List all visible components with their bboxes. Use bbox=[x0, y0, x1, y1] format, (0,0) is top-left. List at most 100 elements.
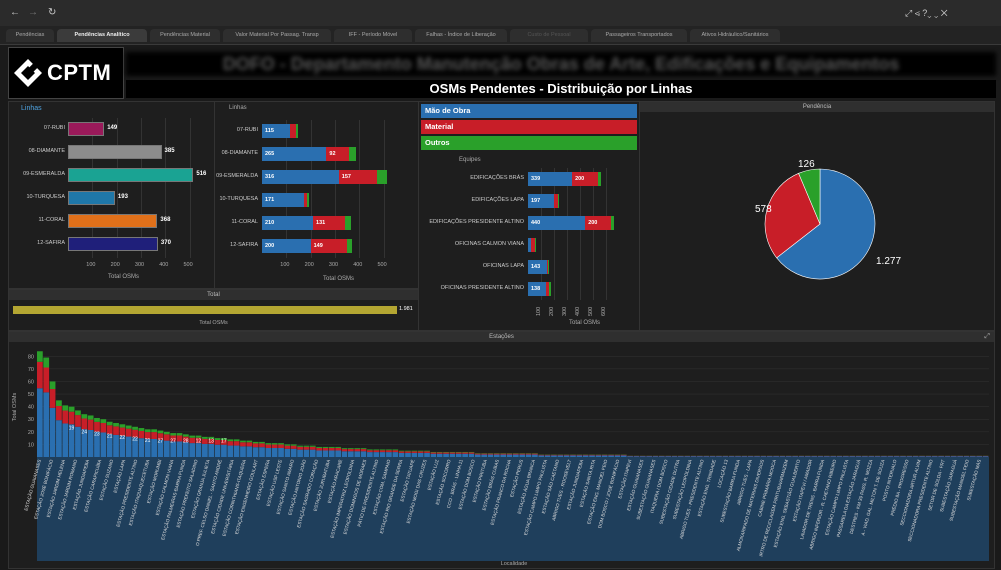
estacoes-bar-seg[interactable] bbox=[132, 426, 138, 430]
tab-7[interactable]: Passageiros Transportados bbox=[591, 29, 687, 42]
estacoes-bar-seg[interactable] bbox=[100, 419, 107, 424]
estacoes-bar-seg[interactable] bbox=[151, 438, 157, 457]
estacoes-bar-seg[interactable] bbox=[392, 452, 399, 457]
estacoes-bar-seg[interactable] bbox=[265, 447, 272, 457]
linhas-bar[interactable] bbox=[68, 145, 162, 159]
estacoes-bar-seg[interactable] bbox=[785, 456, 792, 457]
estacoes-bar-seg[interactable] bbox=[322, 450, 329, 457]
estacoes-bar-seg[interactable] bbox=[906, 456, 913, 457]
stacked-seg-out[interactable] bbox=[344, 216, 352, 230]
estacoes-bar-seg[interactable] bbox=[608, 455, 614, 457]
linhas-bar[interactable] bbox=[68, 122, 105, 136]
estacoes-bar-seg[interactable] bbox=[347, 448, 354, 450]
estacoes-bar-seg[interactable] bbox=[893, 456, 900, 457]
estacoes-bar-seg[interactable] bbox=[328, 447, 335, 451]
estacoes-bar-seg[interactable] bbox=[620, 455, 627, 457]
estacoes-bar-seg[interactable] bbox=[449, 451, 456, 453]
estacoes-bar-seg[interactable] bbox=[881, 456, 887, 457]
estacoes-bar-seg[interactable] bbox=[728, 456, 735, 457]
estacoes-bar-seg[interactable] bbox=[259, 441, 265, 444]
estacoes-bar-seg[interactable] bbox=[227, 439, 234, 442]
estacoes-bar-seg[interactable] bbox=[665, 456, 672, 457]
estacoes-bar-seg[interactable] bbox=[455, 452, 462, 454]
estacoes-bar-seg[interactable] bbox=[735, 456, 741, 457]
equipes-seg-out[interactable] bbox=[611, 216, 615, 230]
estacoes-bar-seg[interactable] bbox=[360, 449, 367, 452]
tab-2[interactable]: Pendências Material bbox=[150, 29, 220, 42]
estacoes-bar-seg[interactable] bbox=[576, 455, 583, 457]
estacoes-bar-seg[interactable] bbox=[544, 455, 551, 457]
estacoes-bar-seg[interactable] bbox=[335, 450, 342, 457]
estacoes-bar-seg[interactable] bbox=[443, 452, 449, 454]
estacoes-bar-seg[interactable] bbox=[322, 447, 329, 451]
estacoes-bar-seg[interactable] bbox=[246, 440, 253, 443]
estacoes-bar-seg[interactable] bbox=[202, 438, 208, 444]
estacoes-bar-seg[interactable] bbox=[849, 456, 856, 457]
estacoes-bar-seg[interactable] bbox=[303, 449, 310, 457]
estacoes-bar-seg[interactable] bbox=[449, 453, 456, 457]
estacoes-bar-seg[interactable] bbox=[570, 454, 576, 456]
estacoes-bar-seg[interactable] bbox=[887, 456, 894, 457]
estacoes-bar-seg[interactable] bbox=[271, 443, 278, 445]
estacoes-bar-seg[interactable] bbox=[944, 456, 951, 457]
estacoes-bar-seg[interactable] bbox=[449, 452, 456, 454]
estacoes-bar-seg[interactable] bbox=[221, 444, 227, 457]
estacoes-bar-seg[interactable] bbox=[811, 456, 818, 457]
estacoes-bar-seg[interactable] bbox=[316, 450, 322, 457]
estacoes-bar-seg[interactable] bbox=[170, 433, 177, 436]
estacoes-bar-seg[interactable] bbox=[195, 435, 202, 438]
estacoes-bar-seg[interactable] bbox=[227, 441, 234, 446]
estacoes-bar-seg[interactable] bbox=[544, 454, 551, 456]
estacoes-bar-seg[interactable] bbox=[912, 456, 919, 457]
estacoes-bar-seg[interactable] bbox=[252, 443, 259, 448]
estacoes-bar-seg[interactable] bbox=[379, 450, 386, 453]
estacoes-bar-seg[interactable] bbox=[639, 456, 646, 457]
estacoes-bar-seg[interactable] bbox=[182, 442, 189, 457]
estacoes-bar-seg[interactable] bbox=[157, 430, 164, 434]
estacoes-bar-seg[interactable] bbox=[233, 439, 240, 442]
estacoes-bar-seg[interactable] bbox=[386, 452, 392, 457]
tab-5[interactable]: Falhas - Índice de Liberação bbox=[415, 29, 507, 42]
estacoes-bar-seg[interactable] bbox=[354, 451, 361, 457]
estacoes-bar-seg[interactable] bbox=[493, 454, 500, 457]
estacoes-bar-seg[interactable] bbox=[246, 442, 253, 447]
estacoes-bar-seg[interactable] bbox=[671, 456, 678, 457]
estacoes-bar-seg[interactable] bbox=[411, 452, 418, 457]
estacoes-bar-seg[interactable] bbox=[81, 418, 88, 430]
estacoes-bar-seg[interactable] bbox=[538, 454, 545, 456]
estacoes-bar-seg[interactable] bbox=[195, 443, 202, 457]
estacoes-bar-seg[interactable] bbox=[620, 454, 627, 456]
estacoes-bar-seg[interactable] bbox=[297, 445, 303, 447]
estacoes-bar-seg[interactable] bbox=[430, 452, 437, 454]
estacoes-bar-seg[interactable] bbox=[75, 426, 81, 457]
estacoes-bar-seg[interactable] bbox=[519, 453, 526, 455]
estacoes-bar-seg[interactable] bbox=[862, 456, 868, 457]
estacoes-bar-seg[interactable] bbox=[969, 456, 976, 457]
estacoes-bar-seg[interactable] bbox=[373, 452, 380, 457]
estacoes-bar-seg[interactable] bbox=[43, 357, 50, 368]
legend-item[interactable]: Outros bbox=[421, 136, 637, 150]
estacoes-bar-seg[interactable] bbox=[595, 454, 602, 456]
estacoes-bar-seg[interactable] bbox=[525, 454, 532, 457]
estacoes-bar-seg[interactable] bbox=[804, 456, 811, 457]
estacoes-bar-seg[interactable] bbox=[576, 454, 583, 456]
equipes-seg-out[interactable] bbox=[557, 194, 559, 208]
estacoes-bar-seg[interactable] bbox=[373, 450, 380, 453]
estacoes-bar-seg[interactable] bbox=[747, 456, 754, 457]
estacoes-bar-seg[interactable] bbox=[493, 453, 500, 455]
estacoes-bar-seg[interactable] bbox=[284, 445, 291, 449]
estacoes-bar-seg[interactable] bbox=[487, 454, 494, 457]
estacoes-bar-seg[interactable] bbox=[360, 451, 367, 457]
estacoes-bar-seg[interactable] bbox=[37, 361, 43, 389]
estacoes-bar-seg[interactable] bbox=[284, 448, 291, 457]
estacoes-bar-seg[interactable] bbox=[506, 453, 513, 455]
estacoes-bar-seg[interactable] bbox=[855, 456, 862, 457]
estacoes-bar-seg[interactable] bbox=[37, 388, 43, 457]
estacoes-bar-seg[interactable] bbox=[354, 448, 361, 450]
estacoes-bar-seg[interactable] bbox=[830, 456, 837, 457]
estacoes-bar-seg[interactable] bbox=[589, 454, 595, 456]
estacoes-bar-seg[interactable] bbox=[405, 451, 411, 453]
estacoes-bar-seg[interactable] bbox=[582, 454, 589, 456]
estacoes-bar-seg[interactable] bbox=[627, 456, 633, 457]
estacoes-bar-seg[interactable] bbox=[328, 450, 335, 457]
